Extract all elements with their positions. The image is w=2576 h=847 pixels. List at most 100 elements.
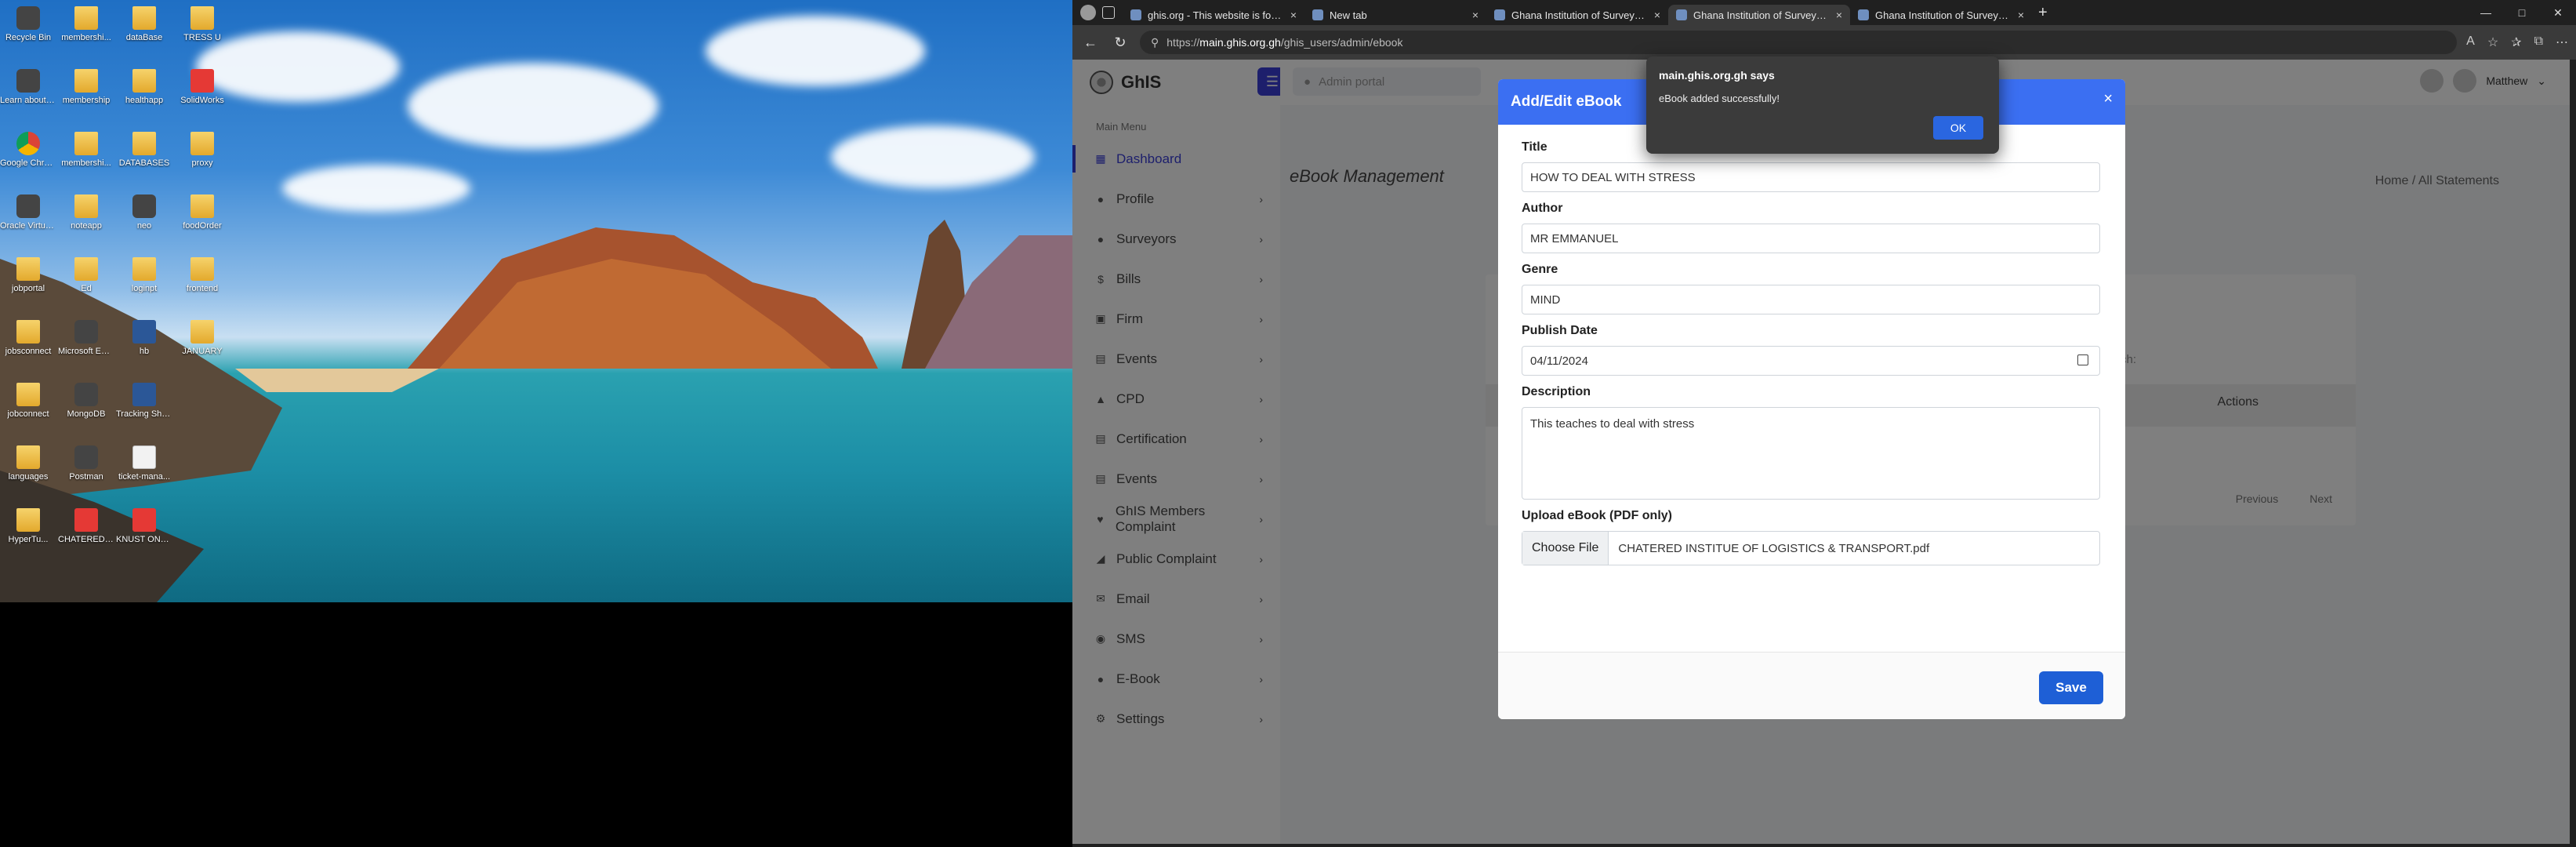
close-icon[interactable]: × [2103, 90, 2113, 108]
favorite-star-icon[interactable]: ☆ [2487, 35, 2498, 50]
desktop-icon[interactable]: proxy [174, 129, 230, 188]
author-field[interactable]: MR EMMANUEL [1522, 224, 2100, 253]
url-path: /ghis_users/admin/ebook [1280, 36, 1403, 49]
site-info-icon[interactable]: ⚲ [1151, 36, 1159, 49]
desktop-icon[interactable]: healthapp [116, 66, 172, 125]
desktop-icon[interactable]: Ed [58, 254, 114, 314]
file-input[interactable]: Choose File CHATERED INSTITUE OF LOGISTI… [1522, 531, 2100, 565]
desktop-icon[interactable]: ticket-mana... [116, 442, 172, 502]
desktop-icon[interactable]: hb [116, 317, 172, 376]
folder-icon [16, 383, 40, 406]
profile-avatar-icon[interactable] [1080, 5, 1096, 20]
extensions-icon[interactable]: ⧉ [2534, 35, 2543, 50]
browser-tab[interactable]: ghis.org - This website is for sale × [1123, 5, 1304, 25]
choose-file-button[interactable]: Choose File [1522, 532, 1609, 565]
browser-tab[interactable]: Ghana Institution of Surveyors (G... × [1668, 5, 1850, 25]
publish-date-field[interactable]: 04/11/2024 [1522, 346, 2100, 376]
calendar-icon[interactable] [2077, 354, 2088, 365]
desktop-icon[interactable]: neo [116, 191, 172, 251]
app-icon [74, 383, 98, 406]
desktop-icon[interactable]: Tracking Shooting [116, 380, 172, 439]
author-label: Author [1522, 202, 1563, 215]
doc-icon [132, 445, 156, 469]
close-tab-icon[interactable]: × [1836, 9, 1842, 21]
desktop-icon-label: jobportal [11, 284, 45, 293]
desktop-icon[interactable]: MongoDB [58, 380, 114, 439]
desktop-icon[interactable]: loginpt [116, 254, 172, 314]
folder-icon [16, 320, 40, 344]
browser-tab[interactable]: Ghana Institution of Surveyors (G... × [1850, 5, 2032, 25]
close-tab-icon[interactable]: × [1654, 9, 1660, 21]
desktop-icon[interactable]: CHATERED INSTITUTE... [58, 505, 114, 565]
description-field[interactable]: This teaches to deal with stress [1522, 407, 2100, 500]
more-menu-icon[interactable]: ⋯ [2556, 35, 2568, 50]
save-button[interactable]: Save [2039, 671, 2103, 704]
desktop-icon[interactable]: membershi... [58, 3, 114, 63]
desktop-icon[interactable]: jobconnect [0, 380, 56, 439]
desktop-icon-label: Microsoft Edge [58, 347, 114, 356]
close-tab-icon[interactable]: × [1472, 9, 1478, 21]
desktop-icon-label: loginpt [131, 284, 158, 293]
folder-icon [190, 132, 214, 155]
tab-actions-icon[interactable] [1102, 6, 1115, 19]
desktop-icon[interactable]: TRESS U [174, 3, 230, 63]
close-window-icon[interactable]: ✕ [2540, 0, 2576, 25]
word-icon [132, 320, 156, 344]
maximize-icon[interactable]: □ [2504, 0, 2540, 25]
desktop-icon[interactable]: JANUARY [174, 317, 230, 376]
app-icon [16, 6, 40, 30]
browser-tab[interactable]: New tab × [1304, 5, 1486, 25]
publish-date-label: Publish Date [1522, 324, 1598, 337]
ebook-modal: Add/Edit eBook × Title HOW TO DEAL WITH … [1498, 79, 2125, 719]
browser-tab[interactable]: Ghana Institution of Surveyors (G... × [1486, 5, 1668, 25]
back-icon[interactable]: ← [1080, 35, 1101, 51]
title-field[interactable]: HOW TO DEAL WITH STRESS [1522, 162, 2100, 192]
desktop-icon-label: Google Chrome [0, 158, 56, 168]
url-input[interactable]: ⚲ https://main.ghis.org.gh/ghis_users/ad… [1140, 31, 2458, 54]
desktop-icon[interactable]: noteapp [58, 191, 114, 251]
desktop-icon[interactable]: Recycle Bin [0, 3, 56, 63]
favorites-icon[interactable]: ✰ [2511, 35, 2521, 50]
favicon-icon [1312, 9, 1323, 20]
desktop-icon[interactable]: jobportal [0, 254, 56, 314]
desktop-icon[interactable]: Postman [58, 442, 114, 502]
desktop-icon[interactable]: Microsoft Edge [58, 317, 114, 376]
desktop-icon[interactable]: membership [58, 66, 114, 125]
desktop-icon[interactable]: languages [0, 442, 56, 502]
desktop-icon[interactable]: Oracle VirtualBox [0, 191, 56, 251]
desktop-icon[interactable]: dataBase [116, 3, 172, 63]
desktop-icon-label: ticket-mana... [118, 472, 171, 482]
alert-message: eBook added successfully! [1659, 93, 1780, 104]
genre-label: Genre [1522, 263, 1558, 276]
alert-dialog: main.ghis.org.gh says eBook added succes… [1646, 56, 1999, 154]
desktop-icon[interactable]: Learn about this picture [0, 66, 56, 125]
alert-origin: main.ghis.org.gh says [1659, 69, 1775, 82]
alert-ok-button[interactable]: OK [1933, 116, 1983, 140]
minimize-icon[interactable]: — [2468, 0, 2504, 25]
close-tab-icon[interactable]: × [1290, 9, 1297, 21]
desktop-icon[interactable]: DATABASES [116, 129, 172, 188]
desktop-icon[interactable]: jobsconnect [0, 317, 56, 376]
desktop-icon-label: foodOrder [183, 221, 222, 231]
folder-icon [190, 6, 214, 30]
desktop-icon[interactable]: HyperTu... [0, 505, 56, 565]
desktop-icon[interactable]: SolidWorks [174, 66, 230, 125]
url-host: main.ghis.org.gh [1199, 36, 1281, 49]
selected-file-name: CHATERED INSTITUE OF LOGISTICS & TRANSPO… [1618, 541, 1930, 555]
desktop-icon[interactable]: frontend [174, 254, 230, 314]
desktop-icon[interactable]: KNUST ONLINE A... [116, 505, 172, 565]
folder-icon [132, 69, 156, 93]
desktop-icon[interactable]: foodOrder [174, 191, 230, 251]
address-bar: ← ↻ ⚲ https://main.ghis.org.gh/ghis_user… [1072, 25, 2576, 60]
desktop-icon-label: Tracking Shooting [116, 409, 172, 419]
desktop-icon[interactable]: Google Chrome [0, 129, 56, 188]
tab-bar: ghis.org - This website is for sale × New … [1072, 0, 2576, 25]
desktop-icon-label: membershi... [61, 33, 111, 42]
folder-icon [74, 194, 98, 218]
genre-field[interactable]: MIND [1522, 285, 2100, 314]
new-tab-icon[interactable]: + [2038, 4, 2048, 22]
close-tab-icon[interactable]: × [2018, 9, 2024, 21]
desktop-icon[interactable]: membershi... [58, 129, 114, 188]
refresh-icon[interactable]: ↻ [1110, 35, 1130, 51]
read-aloud-icon[interactable]: A [2466, 35, 2475, 50]
